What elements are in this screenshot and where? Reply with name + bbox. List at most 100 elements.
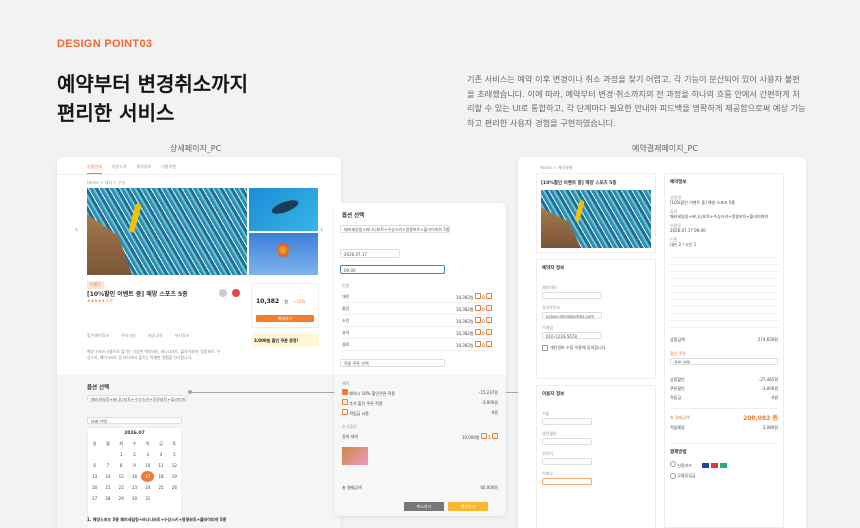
date-input[interactable]: 2026.07.17 — [340, 249, 400, 258]
user-birth-input[interactable] — [542, 438, 592, 445]
calendar-day[interactable]: 10 — [141, 460, 154, 471]
calendar-day[interactable]: 16 — [128, 471, 141, 482]
minus-button[interactable] — [474, 340, 481, 347]
summary-rows: 상품명 [10%할인 이벤트 중] 해양 스포츠 5종 옵션 패러세일링+바나나보트+… — [670, 195, 778, 247]
benefit-row: 예약시 10% 할인쿠폰 적용 -15,237원 — [342, 388, 498, 398]
calendar-day[interactable]: 17 — [141, 471, 155, 482]
calendar-day[interactable]: 12 — [168, 460, 181, 471]
calendar-day[interactable]: 11 — [154, 460, 167, 471]
calendar-day[interactable]: 7 — [101, 460, 114, 471]
calendar-day[interactable]: 26 — [168, 482, 181, 493]
calendar: 2026.07 일 월 화 수 목 금 토 1 2 3 4 5 6 7 8 9 10 11 12 13 14 15 16 17… — [87, 427, 182, 528]
tab-0[interactable]: 상품안내 — [87, 164, 102, 174]
plus-button[interactable] — [486, 316, 492, 323]
calendar-day[interactable]: 29 — [115, 493, 128, 504]
calendar-day[interactable]: 28 — [101, 493, 114, 504]
minus-button[interactable] — [474, 292, 481, 299]
coupon-select[interactable]: 쿠폰 선택 — [670, 358, 778, 365]
calendar-day[interactable]: 13 — [88, 471, 101, 482]
benefit-checkbox[interactable] — [342, 389, 348, 395]
calendar-day[interactable]: 8 — [115, 460, 128, 471]
calendar-day[interactable]: 3 — [141, 449, 154, 460]
calendar-day[interactable]: 19 — [168, 471, 181, 482]
calendar-day[interactable]: 31 — [141, 493, 154, 504]
thumb-image-2[interactable] — [249, 233, 318, 275]
calendar-day[interactable]: 15 — [115, 471, 128, 482]
calendar-day[interactable]: 23 — [128, 482, 141, 493]
discount-row: 상품할인 -27,465원 — [670, 375, 778, 384]
confirm-button[interactable]: 예약하기 — [448, 502, 488, 511]
user-phone-input[interactable] — [542, 458, 592, 465]
people-row: 경로 10,382원 0 — [342, 339, 492, 351]
coupon-select[interactable]: 적용 쿠폰 선택 — [340, 359, 445, 367]
minus-button[interactable] — [474, 328, 481, 335]
calendar-grid: 일 월 화 수 목 금 토 1 2 3 4 5 6 7 8 9 10 11 12 13 14 15 16 17 18 19 20 21… — [88, 438, 181, 504]
book-button[interactable]: 예약하기 — [256, 315, 314, 322]
benefit-checkbox[interactable] — [342, 399, 348, 405]
booker-field-2: 이메일 — [542, 325, 554, 330]
agree-row[interactable]: 개인정보 수집 이용에 동의합니다. — [542, 345, 650, 351]
minus-button[interactable] — [474, 304, 481, 311]
heart-icon[interactable] — [232, 289, 240, 297]
price-label: 상품금액 — [670, 337, 685, 342]
option-select[interactable]: 패러세일링+바나나보트+수상스키+땅콩보트+플라이피쉬 5종 — [87, 395, 187, 402]
coupon-label: 할인 쿠폰 — [670, 351, 686, 356]
option-select[interactable]: 패러세일링+바나나보트+수상스키+땅콩보트+플라이피쉬 5종 — [340, 225, 450, 233]
minus-button[interactable] — [474, 316, 481, 323]
calendar-day[interactable]: 9 — [128, 460, 141, 471]
calendar-day[interactable]: 18 — [154, 471, 167, 482]
calendar-day[interactable]: 22 — [115, 482, 128, 493]
calendar-day[interactable]: 6 — [88, 460, 101, 471]
plus-button[interactable] — [486, 328, 492, 335]
share-icon[interactable] — [219, 289, 227, 297]
calendar-day[interactable]: 24 — [141, 482, 154, 493]
weekday: 금 — [159, 440, 163, 446]
tab-1[interactable]: 이용소개 — [112, 164, 127, 174]
time-input[interactable]: 09:00 — [340, 265, 445, 274]
calendar-day[interactable]: 5 — [168, 449, 181, 460]
weekday: 월 — [106, 440, 110, 446]
prev-arrow-icon[interactable]: ‹ — [75, 227, 78, 232]
calendar-day[interactable]: 25 — [154, 482, 167, 493]
minus-button[interactable] — [480, 433, 487, 439]
cancel-button[interactable]: 취소하기 — [404, 502, 444, 511]
method-0[interactable]: 신용카드 — [670, 461, 692, 469]
booker-email-input[interactable]: ocean.stm@korhes.com — [542, 312, 602, 319]
next-arrow-icon[interactable]: › — [320, 227, 323, 232]
plus-button[interactable] — [486, 292, 492, 299]
menu-0[interactable]: 할인혜택정보 — [87, 333, 109, 338]
user-field-3: 이메일 — [542, 471, 554, 476]
calendar-day — [168, 493, 181, 504]
people-name: 중인 — [342, 305, 350, 311]
calendar-day[interactable]: 30 — [128, 493, 141, 504]
extra-row: 장비 대여 10,000원 1 — [334, 429, 506, 445]
calendar-day[interactable]: 1 — [115, 449, 128, 460]
coupon-banner[interactable]: 3,000원 할인 쿠폰 증정! — [251, 333, 319, 347]
plus-button[interactable] — [486, 340, 492, 347]
calendar-day[interactable]: 14 — [101, 471, 114, 482]
discount-value: -3,000원 — [761, 385, 778, 391]
user-field-2: 연락처 — [542, 451, 554, 456]
date-field[interactable]: 날짜 선택 — [87, 417, 182, 424]
method-1[interactable]: 무통장입금 — [670, 473, 778, 479]
calendar-day[interactable]: 20 — [88, 482, 101, 493]
benefit-checkbox[interactable] — [342, 409, 348, 415]
calendar-day[interactable]: 4 — [154, 449, 167, 460]
user-email-input[interactable] — [542, 478, 592, 485]
booker-phone-input[interactable]: 010-1234-5678 — [542, 332, 602, 339]
tab-2[interactable]: 예약정보 — [136, 164, 151, 174]
tab-3[interactable]: 이용약관 — [161, 164, 176, 174]
user-name-input[interactable] — [542, 418, 592, 425]
booker-name-input[interactable] — [542, 292, 602, 299]
extra-price: 10,000원 — [461, 435, 480, 440]
plus-button[interactable] — [492, 433, 498, 439]
menu-3[interactable]: 위치정보 — [175, 333, 190, 338]
agree-checkbox[interactable] — [542, 345, 548, 351]
calendar-day[interactable]: 2 — [128, 449, 141, 460]
plus-button[interactable] — [486, 304, 492, 311]
calendar-day[interactable]: 21 — [101, 482, 114, 493]
menu-2[interactable]: 제공내역 — [148, 333, 163, 338]
calendar-day[interactable]: 27 — [88, 493, 101, 504]
menu-1[interactable]: 주의사항 — [121, 333, 136, 338]
thumb-image-1[interactable] — [249, 188, 318, 231]
